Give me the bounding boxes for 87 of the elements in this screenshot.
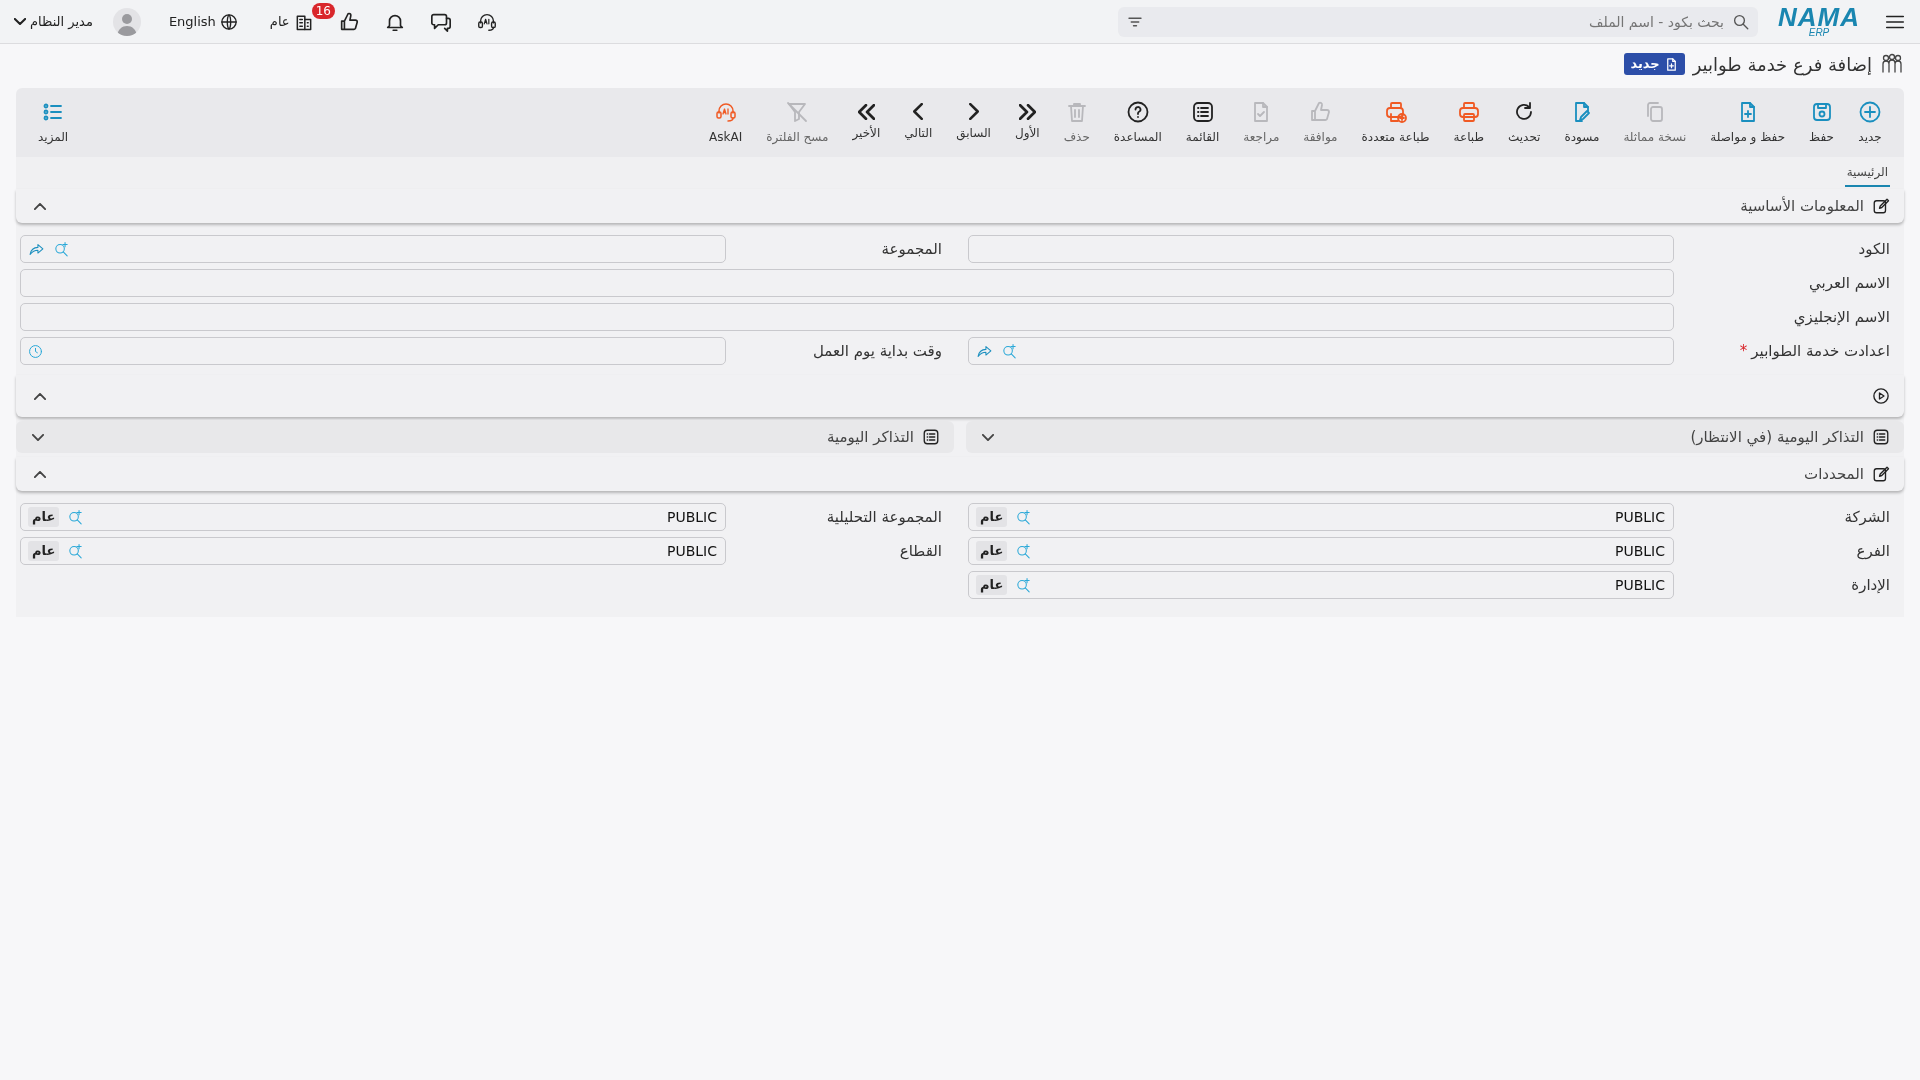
- filter-off-icon: [785, 99, 810, 124]
- toolbar-button[interactable]: مسودة: [1552, 93, 1612, 152]
- search-plus-icon: [1015, 576, 1033, 594]
- toolbar-button[interactable]: المساعدة: [1101, 93, 1174, 152]
- tag: عام: [28, 541, 60, 561]
- edit-icon: [1872, 465, 1890, 483]
- toolbar-button[interactable]: السابق: [944, 97, 1003, 148]
- search-plus-icon: [1015, 542, 1033, 560]
- chevron-icon: [968, 103, 979, 120]
- tab[interactable]: الرئيسية: [1844, 159, 1890, 187]
- status-badge: جديد: [1624, 53, 1685, 75]
- panel-title: التذاكر اليومية (في الانتظار): [1690, 426, 1864, 449]
- toolbar-button[interactable]: AskAI: [697, 93, 755, 152]
- tag: عام: [976, 575, 1008, 595]
- search-field[interactable]: بحث بكود - اسم الملف: [1118, 6, 1758, 37]
- avatar: [112, 7, 141, 36]
- tag: عام: [28, 507, 60, 527]
- search-plus-icon: [67, 542, 85, 560]
- input-field[interactable]: [20, 235, 726, 263]
- field-label: اعدادت خدمة الطوابير: [1751, 341, 1890, 360]
- grid-panel-header[interactable]: التذاكر اليومية (في الانتظار): [966, 421, 1904, 453]
- clock-icon: [28, 343, 43, 359]
- double-chevron-icon: [857, 103, 875, 120]
- chevron-up-icon: [34, 393, 46, 401]
- field-label: المجموعة التحليلية: [826, 507, 942, 526]
- add-icon: [1858, 99, 1882, 124]
- section-title: المحددات: [1804, 463, 1864, 485]
- user-menu[interactable]: مدير النظام: [10, 7, 97, 36]
- search-icon: [1732, 12, 1750, 31]
- section-header[interactable]: المعلومات الأساسية: [16, 189, 1904, 223]
- more-button[interactable]: المزيد: [26, 93, 81, 152]
- field-label: المجموعة: [881, 239, 942, 258]
- toolbar-button[interactable]: الأخير: [840, 97, 893, 148]
- toolbar-button[interactable]: جديد: [1846, 93, 1894, 152]
- list-icon: [1872, 428, 1890, 446]
- toolbar-button[interactable]: حفظ: [1797, 93, 1846, 152]
- chevron-icon: [913, 103, 924, 120]
- count-badge: 16: [311, 2, 335, 19]
- play-icon: [1872, 387, 1890, 405]
- field-label: الكود: [1858, 239, 1890, 258]
- globe-icon: [219, 12, 238, 31]
- tag: عام: [976, 541, 1008, 561]
- printer-icon: [1456, 99, 1481, 124]
- toolbar-button[interactable]: تحديث: [1495, 93, 1553, 152]
- field-label: الفرع: [1856, 541, 1890, 560]
- field-label: الشركة: [1844, 507, 1890, 526]
- chevron-down-icon: [32, 434, 44, 442]
- grid-panel-header[interactable]: التذاكر اليومية: [16, 421, 954, 453]
- search-plus-icon: [1015, 508, 1033, 526]
- logo: NAMA ERP: [1777, 3, 1861, 40]
- input-field[interactable]: [968, 337, 1674, 365]
- chevron-up-icon: [34, 471, 46, 479]
- search-plus-icon: [53, 240, 70, 258]
- search-plus-icon: [1001, 342, 1018, 360]
- printer-plus-icon: [1383, 99, 1408, 124]
- field-label: الاسم الإنجليزي: [1793, 307, 1890, 326]
- toolbar-button[interactable]: التالي: [892, 97, 945, 148]
- help-icon: [1125, 99, 1150, 124]
- field-label: القطاع: [899, 541, 942, 560]
- language-selector[interactable]: English: [164, 7, 242, 36]
- panel-title: التذاكر اليومية: [826, 426, 914, 448]
- required-mark: *: [1739, 341, 1748, 360]
- input-field[interactable]: [20, 303, 1674, 331]
- toolbar-button[interactable]: حفظ و مواصلة: [1698, 93, 1798, 152]
- field-label: وقت بداية يوم العمل: [812, 341, 942, 360]
- section-header[interactable]: المحددات: [16, 457, 1904, 491]
- toolbar-button[interactable]: القائمة: [1173, 93, 1232, 152]
- toolbar-button[interactable]: طباعة: [1441, 93, 1496, 152]
- edit-icon: [1872, 197, 1890, 215]
- list-icon: [922, 428, 940, 446]
- field-label: الاسم العربي: [1809, 273, 1890, 292]
- chevron-down-icon: [982, 434, 994, 442]
- thumbs-up-icon: [1308, 99, 1333, 124]
- input-field[interactable]: [20, 269, 1674, 297]
- toolbar-button[interactable]: طباعة متعددة: [1349, 93, 1442, 152]
- page-title: إضافة فرع خدمة طوابير: [1692, 52, 1872, 78]
- caret-icon: [14, 18, 26, 25]
- input-field[interactable]: [20, 337, 726, 365]
- double-chevron-icon: [1018, 103, 1036, 120]
- chevron-up-icon: [34, 203, 46, 211]
- toolbar-button[interactable]: الأول: [1002, 97, 1052, 148]
- field-label: الإدارة: [1851, 575, 1890, 594]
- input-field[interactable]: [968, 235, 1674, 263]
- tag: عام: [976, 507, 1008, 527]
- section-title: المعلومات الأساسية: [1740, 195, 1864, 217]
- search-plus-icon: [67, 508, 85, 526]
- list-icon: [1190, 99, 1215, 124]
